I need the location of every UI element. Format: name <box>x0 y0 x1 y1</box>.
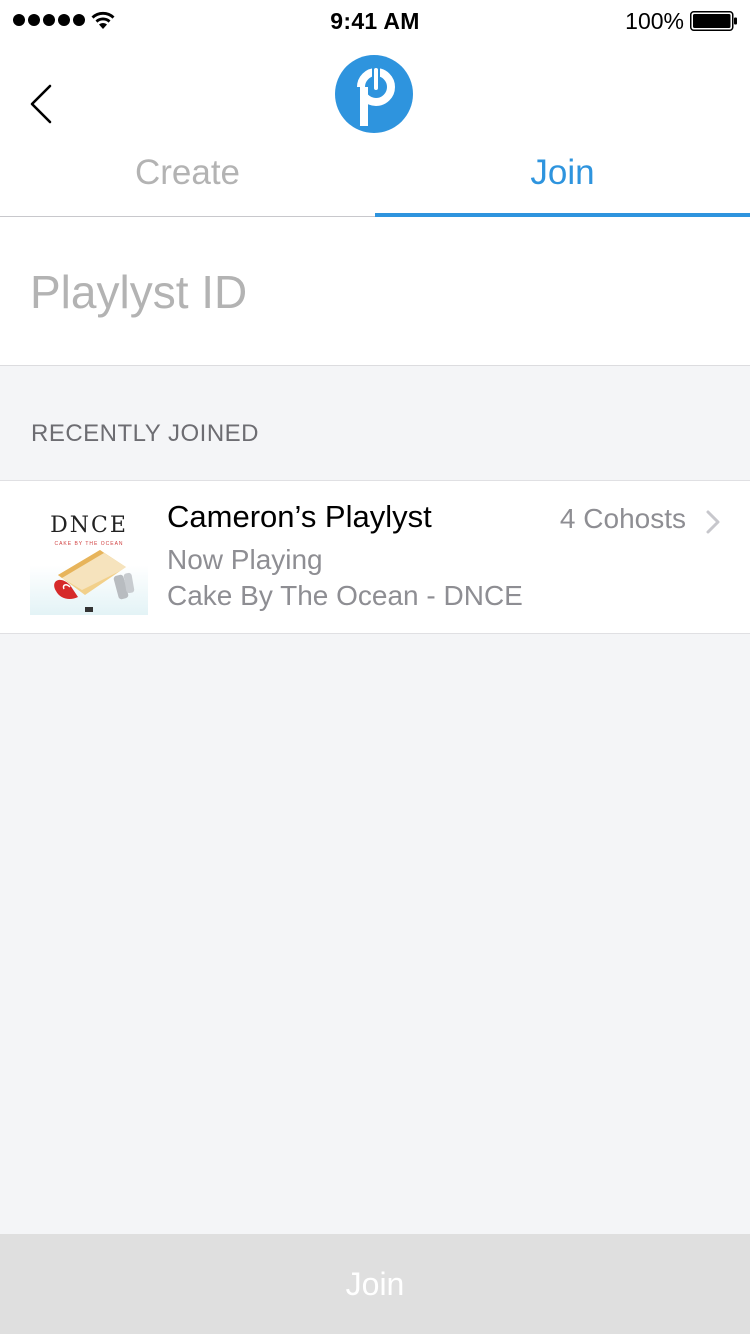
album-art: DNCE CAKE BY THE OCEAN <box>30 505 148 615</box>
playlyst-id-field <box>0 217 750 366</box>
now-playing-song: Cake By The Ocean - DNCE <box>167 580 523 611</box>
now-playing-label: Now Playing <box>167 544 323 575</box>
recently-joined-header: RECENTLY JOINED <box>31 420 259 447</box>
battery-icon <box>690 11 737 31</box>
album-art-text: DNCE <box>50 513 128 538</box>
playlyst-logo-icon <box>335 55 413 133</box>
recent-playlyst-row[interactable]: DNCE CAKE BY THE OCEAN Cameron’s Playlys… <box>0 480 750 634</box>
playlyst-title: Cameron’s Playlyst <box>167 499 432 534</box>
chevron-right-icon <box>706 510 720 534</box>
join-button[interactable]: Join <box>0 1234 750 1334</box>
back-chevron-icon[interactable] <box>22 80 62 128</box>
cohosts-count: 4 Cohosts <box>559 503 686 534</box>
battery-percent: 100% <box>625 8 684 34</box>
header: Create Join <box>0 40 750 217</box>
playlyst-id-input[interactable] <box>30 257 720 327</box>
album-art-image <box>54 550 135 612</box>
status-bar: 9:41 AM 100% <box>0 0 750 40</box>
tab-create[interactable]: Create <box>0 150 375 217</box>
tab-join[interactable]: Join <box>375 150 750 217</box>
